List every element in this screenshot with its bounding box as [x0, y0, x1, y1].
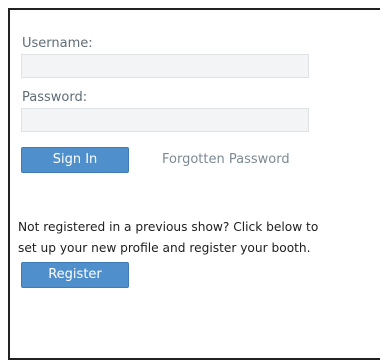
password-label: Password: — [22, 90, 88, 105]
registration-prompt-line-1: Not registered in a previous show? Click… — [18, 220, 319, 234]
password-input[interactable] — [21, 108, 309, 132]
registration-prompt: Not registered in a previous show? Click… — [18, 217, 381, 259]
sign-in-button[interactable]: Sign In — [21, 147, 129, 173]
registration-prompt-line-2: set up your new profile and register you… — [18, 241, 311, 255]
username-label: Username: — [22, 36, 93, 51]
register-button[interactable]: Register — [21, 262, 129, 288]
login-panel: Username: Password: Sign In Forgotten Pa… — [8, 8, 380, 360]
username-input[interactable] — [21, 54, 309, 78]
forgotten-password-link[interactable]: Forgotten Password — [162, 152, 290, 168]
